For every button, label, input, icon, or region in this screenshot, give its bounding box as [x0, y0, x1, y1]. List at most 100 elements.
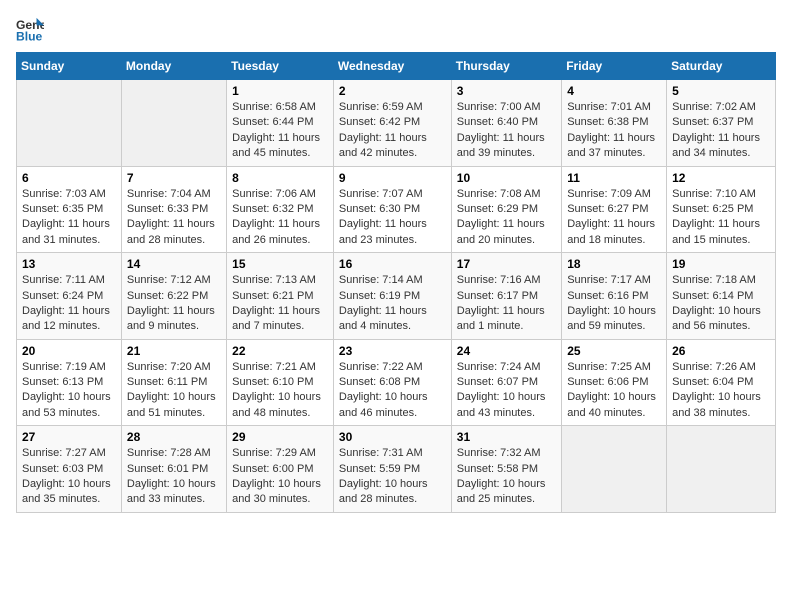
calendar-cell: 4 Sunrise: 7:01 AM Sunset: 6:38 PM Dayli…: [562, 80, 667, 167]
calendar-cell: [562, 426, 667, 513]
sunset: Sunset: 6:10 PM: [232, 375, 328, 390]
sunrise: Sunrise: 7:07 AM: [339, 187, 446, 202]
daylight: Daylight: 11 hours and 26 minutes.: [232, 217, 328, 248]
day-number: 16: [339, 257, 446, 271]
day-info: Sunrise: 7:17 AM Sunset: 6:16 PM Dayligh…: [567, 273, 661, 335]
calendar-cell: 22 Sunrise: 7:21 AM Sunset: 6:10 PM Dayl…: [227, 339, 334, 426]
sunset: Sunset: 6:29 PM: [457, 202, 556, 217]
calendar-cell: 25 Sunrise: 7:25 AM Sunset: 6:06 PM Dayl…: [562, 339, 667, 426]
calendar-cell: 24 Sunrise: 7:24 AM Sunset: 6:07 PM Dayl…: [451, 339, 561, 426]
calendar-cell: 6 Sunrise: 7:03 AM Sunset: 6:35 PM Dayli…: [17, 166, 122, 253]
sunset: Sunset: 6:14 PM: [672, 289, 770, 304]
daylight: Daylight: 10 hours and 33 minutes.: [127, 477, 221, 508]
sunrise: Sunrise: 7:02 AM: [672, 100, 770, 115]
daylight: Daylight: 10 hours and 30 minutes.: [232, 477, 328, 508]
calendar-cell: 11 Sunrise: 7:09 AM Sunset: 6:27 PM Dayl…: [562, 166, 667, 253]
day-info: Sunrise: 7:02 AM Sunset: 6:37 PM Dayligh…: [672, 100, 770, 162]
logo-icon: General Blue: [16, 16, 44, 44]
sunset: Sunset: 6:17 PM: [457, 289, 556, 304]
daylight: Daylight: 11 hours and 1 minute.: [457, 304, 556, 335]
daylight: Daylight: 10 hours and 46 minutes.: [339, 390, 446, 421]
day-info: Sunrise: 7:22 AM Sunset: 6:08 PM Dayligh…: [339, 360, 446, 422]
day-number: 14: [127, 257, 221, 271]
calendar-cell: 20 Sunrise: 7:19 AM Sunset: 6:13 PM Dayl…: [17, 339, 122, 426]
day-number: 15: [232, 257, 328, 271]
sunset: Sunset: 6:04 PM: [672, 375, 770, 390]
calendar-cell: 29 Sunrise: 7:29 AM Sunset: 6:00 PM Dayl…: [227, 426, 334, 513]
day-number: 24: [457, 344, 556, 358]
calendar-cell: 18 Sunrise: 7:17 AM Sunset: 6:16 PM Dayl…: [562, 253, 667, 340]
calendar-cell: 30 Sunrise: 7:31 AM Sunset: 5:59 PM Dayl…: [333, 426, 451, 513]
sunset: Sunset: 6:11 PM: [127, 375, 221, 390]
sunset: Sunset: 6:38 PM: [567, 115, 661, 130]
sunrise: Sunrise: 7:18 AM: [672, 273, 770, 288]
day-info: Sunrise: 7:29 AM Sunset: 6:00 PM Dayligh…: [232, 446, 328, 508]
sunrise: Sunrise: 7:22 AM: [339, 360, 446, 375]
calendar-cell: 27 Sunrise: 7:27 AM Sunset: 6:03 PM Dayl…: [17, 426, 122, 513]
sunrise: Sunrise: 7:29 AM: [232, 446, 328, 461]
daylight: Daylight: 10 hours and 25 minutes.: [457, 477, 556, 508]
day-number: 27: [22, 430, 116, 444]
calendar-header: SundayMondayTuesdayWednesdayThursdayFrid…: [17, 53, 776, 80]
page-header: General Blue: [16, 16, 776, 44]
day-number: 5: [672, 84, 770, 98]
daylight: Daylight: 11 hours and 7 minutes.: [232, 304, 328, 335]
sunrise: Sunrise: 7:32 AM: [457, 446, 556, 461]
daylight: Daylight: 11 hours and 42 minutes.: [339, 131, 446, 162]
sunrise: Sunrise: 7:16 AM: [457, 273, 556, 288]
day-number: 13: [22, 257, 116, 271]
day-number: 8: [232, 171, 328, 185]
day-info: Sunrise: 7:00 AM Sunset: 6:40 PM Dayligh…: [457, 100, 556, 162]
sunrise: Sunrise: 7:01 AM: [567, 100, 661, 115]
sunset: Sunset: 6:24 PM: [22, 289, 116, 304]
sunset: Sunset: 6:01 PM: [127, 462, 221, 477]
calendar-cell: [17, 80, 122, 167]
daylight: Daylight: 10 hours and 43 minutes.: [457, 390, 556, 421]
day-number: 22: [232, 344, 328, 358]
header-day: Tuesday: [227, 53, 334, 80]
sunrise: Sunrise: 7:21 AM: [232, 360, 328, 375]
header-day: Wednesday: [333, 53, 451, 80]
daylight: Daylight: 11 hours and 9 minutes.: [127, 304, 221, 335]
sunset: Sunset: 6:27 PM: [567, 202, 661, 217]
sunrise: Sunrise: 7:27 AM: [22, 446, 116, 461]
sunrise: Sunrise: 7:24 AM: [457, 360, 556, 375]
calendar-week-row: 1 Sunrise: 6:58 AM Sunset: 6:44 PM Dayli…: [17, 80, 776, 167]
calendar-cell: 16 Sunrise: 7:14 AM Sunset: 6:19 PM Dayl…: [333, 253, 451, 340]
sunset: Sunset: 6:22 PM: [127, 289, 221, 304]
day-info: Sunrise: 7:07 AM Sunset: 6:30 PM Dayligh…: [339, 187, 446, 249]
sunrise: Sunrise: 7:12 AM: [127, 273, 221, 288]
header-row: SundayMondayTuesdayWednesdayThursdayFrid…: [17, 53, 776, 80]
day-info: Sunrise: 7:08 AM Sunset: 6:29 PM Dayligh…: [457, 187, 556, 249]
sunset: Sunset: 6:30 PM: [339, 202, 446, 217]
calendar-cell: [667, 426, 776, 513]
day-number: 28: [127, 430, 221, 444]
day-info: Sunrise: 7:04 AM Sunset: 6:33 PM Dayligh…: [127, 187, 221, 249]
sunset: Sunset: 6:00 PM: [232, 462, 328, 477]
day-number: 31: [457, 430, 556, 444]
day-info: Sunrise: 7:28 AM Sunset: 6:01 PM Dayligh…: [127, 446, 221, 508]
calendar-week-row: 6 Sunrise: 7:03 AM Sunset: 6:35 PM Dayli…: [17, 166, 776, 253]
calendar-cell: 28 Sunrise: 7:28 AM Sunset: 6:01 PM Dayl…: [121, 426, 226, 513]
calendar-cell: 14 Sunrise: 7:12 AM Sunset: 6:22 PM Dayl…: [121, 253, 226, 340]
day-info: Sunrise: 7:01 AM Sunset: 6:38 PM Dayligh…: [567, 100, 661, 162]
daylight: Daylight: 11 hours and 15 minutes.: [672, 217, 770, 248]
sunrise: Sunrise: 7:31 AM: [339, 446, 446, 461]
sunset: Sunset: 6:07 PM: [457, 375, 556, 390]
sunset: Sunset: 6:37 PM: [672, 115, 770, 130]
daylight: Daylight: 11 hours and 4 minutes.: [339, 304, 446, 335]
day-number: 26: [672, 344, 770, 358]
day-info: Sunrise: 7:11 AM Sunset: 6:24 PM Dayligh…: [22, 273, 116, 335]
day-info: Sunrise: 7:21 AM Sunset: 6:10 PM Dayligh…: [232, 360, 328, 422]
day-info: Sunrise: 7:24 AM Sunset: 6:07 PM Dayligh…: [457, 360, 556, 422]
sunrise: Sunrise: 7:26 AM: [672, 360, 770, 375]
day-number: 20: [22, 344, 116, 358]
daylight: Daylight: 10 hours and 51 minutes.: [127, 390, 221, 421]
day-number: 1: [232, 84, 328, 98]
daylight: Daylight: 11 hours and 39 minutes.: [457, 131, 556, 162]
sunset: Sunset: 6:03 PM: [22, 462, 116, 477]
calendar-cell: 2 Sunrise: 6:59 AM Sunset: 6:42 PM Dayli…: [333, 80, 451, 167]
sunset: Sunset: 6:44 PM: [232, 115, 328, 130]
calendar-body: 1 Sunrise: 6:58 AM Sunset: 6:44 PM Dayli…: [17, 80, 776, 513]
day-info: Sunrise: 7:19 AM Sunset: 6:13 PM Dayligh…: [22, 360, 116, 422]
